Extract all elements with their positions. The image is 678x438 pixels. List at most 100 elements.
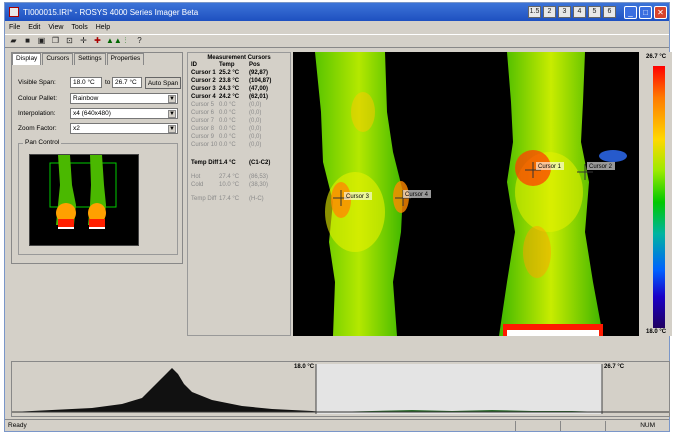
cursor-header-row: ID Temp Pos bbox=[191, 62, 261, 68]
scale-max-label: 26.7 °C bbox=[646, 54, 667, 60]
app-window: TI000015.IRI* - ROSYS 4000 Series Imager… bbox=[4, 2, 672, 432]
chevron-down-icon[interactable]: ▼ bbox=[168, 95, 176, 103]
thermal-image[interactable]: Cursor 3 Cursor 4 Cursor 1 Cursor 2 bbox=[293, 52, 639, 336]
colour-palette-select[interactable]: Rainbow ▼ bbox=[70, 93, 178, 104]
cursor-pos: (0,0) bbox=[249, 126, 262, 132]
title-bar[interactable]: TI000015.IRI* - ROSYS 4000 Series Imager… bbox=[5, 3, 669, 21]
cursor-pos: (47,00) bbox=[249, 86, 269, 92]
tab-cursors[interactable]: Cursors bbox=[42, 53, 74, 65]
temp-diff-row: Temp Diff 1.4 °C (C1-C2) bbox=[191, 160, 271, 166]
span-to-input[interactable]: 26.7 °C bbox=[112, 77, 142, 88]
print-icon[interactable]: ▣ bbox=[36, 36, 47, 46]
hot-row: Hot 27.4 °C (86,53) bbox=[191, 174, 269, 180]
menu-view[interactable]: View bbox=[48, 24, 63, 31]
tab-properties[interactable]: Properties bbox=[106, 53, 145, 65]
tray-icon[interactable]: 6 bbox=[603, 6, 616, 18]
cursor-pos: (0,0) bbox=[249, 134, 262, 140]
menu-bar: File Edit View Tools Help bbox=[5, 21, 669, 33]
cursor-row[interactable]: Cursor 9 0.0 °C (0,0) bbox=[188, 133, 290, 141]
interpolation-label: Interpolation: bbox=[18, 110, 56, 117]
zoom-icon[interactable]: ⊡ bbox=[64, 36, 75, 46]
tray-icon[interactable]: 1.5 bbox=[528, 6, 541, 18]
menu-help[interactable]: Help bbox=[96, 24, 110, 31]
cursor-id: Cursor 4 bbox=[191, 94, 216, 100]
span-to-label: to bbox=[105, 79, 111, 86]
cursor-temp: 0.0 °C bbox=[219, 102, 236, 108]
maximize-button[interactable]: □ bbox=[639, 5, 652, 19]
temperature-scale: 26.7 °C 18.0 °C bbox=[644, 52, 672, 336]
cursor-row[interactable]: Cursor 7 0.0 °C (0,0) bbox=[188, 117, 290, 125]
display-panel: Display Cursors Settings Properties Visi… bbox=[11, 52, 183, 264]
tray-icon[interactable]: 5 bbox=[588, 6, 601, 18]
cursor-row[interactable]: Cursor 5 0.0 °C (0,0) bbox=[188, 101, 290, 109]
cursor-temp: 24.2 °C bbox=[219, 94, 240, 100]
cursor-row[interactable]: Cursor 10 0.0 °C (0,0) bbox=[188, 141, 290, 149]
cursor-row[interactable]: Cursor 6 0.0 °C (0,0) bbox=[188, 109, 290, 117]
copy-icon[interactable]: ❐ bbox=[50, 36, 61, 46]
measurement-cursors-panel: Measurement Cursors ID Temp Pos Cursor 1 25… bbox=[187, 52, 291, 336]
cursor-pos: (92,87) bbox=[249, 70, 269, 76]
pan-control-group: Pan Control bbox=[18, 139, 178, 255]
cursor-temp: 25.2 °C bbox=[219, 70, 240, 76]
svg-text:Cursor 2: Cursor 2 bbox=[589, 164, 613, 170]
menu-tools[interactable]: Tools bbox=[71, 24, 87, 31]
close-button[interactable]: ✕ bbox=[654, 5, 667, 19]
svg-text:Cursor 3: Cursor 3 bbox=[346, 194, 370, 200]
pair-icon[interactable]: ▲▲ bbox=[106, 36, 122, 46]
cursor-temp: 0.0 °C bbox=[219, 142, 236, 148]
cursor-id: Cursor 1 bbox=[191, 70, 216, 76]
help-icon[interactable]: ? bbox=[134, 36, 145, 46]
open-icon[interactable]: ▰ bbox=[8, 36, 19, 46]
cursor-id: Cursor 7 bbox=[191, 118, 215, 124]
pan-control-label: Pan Control bbox=[23, 139, 62, 146]
crosshair-icon[interactable]: ✛ bbox=[78, 36, 89, 46]
cursor-icon[interactable]: ✚ bbox=[92, 36, 103, 46]
chart-icon[interactable]: ⫶ bbox=[120, 36, 131, 46]
chevron-down-icon[interactable]: ▼ bbox=[168, 125, 176, 133]
toolbar: ▰ ■ ▣ ❐ ⊡ ✛ ✚ ▲▲ ⫶ ? bbox=[5, 34, 669, 48]
cursor-pos: (62,01) bbox=[249, 94, 269, 100]
thermal-view: Cursor 3 Cursor 4 Cursor 1 Cursor 2 bbox=[315, 52, 627, 336]
cursor-id: Cursor 3 bbox=[191, 86, 216, 92]
num-lock-indicator: NUM bbox=[640, 422, 655, 429]
cursor-row[interactable]: Cursor 2 23.8 °C (104,87) bbox=[188, 77, 290, 85]
zoom-factor-label: Zoom Factor: bbox=[18, 125, 57, 132]
histogram-plot bbox=[12, 364, 669, 414]
tray-icons: 1.5 2 3 4 5 6 bbox=[528, 6, 618, 18]
cursor-pos: (0,0) bbox=[249, 142, 262, 148]
save-icon[interactable]: ■ bbox=[22, 36, 33, 46]
histogram-panel[interactable]: 18.0 °C 26.7 °C bbox=[11, 361, 670, 417]
pan-thumbnail bbox=[49, 155, 117, 229]
panel-tabs: Display Cursors Settings Properties bbox=[12, 53, 182, 65]
cursor-row[interactable]: Cursor 4 24.2 °C (62,01) bbox=[188, 93, 290, 101]
chevron-down-icon[interactable]: ▼ bbox=[168, 110, 176, 118]
color-scale-bar bbox=[653, 66, 665, 328]
histogram-high-label: 26.7 °C bbox=[604, 364, 625, 370]
cursor-row[interactable]: Cursor 1 25.2 °C (92,87) bbox=[188, 69, 290, 77]
interpolation-select[interactable]: x4 (640x480) ▼ bbox=[70, 108, 178, 119]
cursor-temp: 0.0 °C bbox=[219, 110, 236, 116]
temp-diff-hc-row: Temp Diff 17.4 °C (H-C) bbox=[191, 196, 264, 202]
tray-icon[interactable]: 3 bbox=[558, 6, 571, 18]
cursor-row[interactable]: Cursor 3 24.3 °C (47,00) bbox=[188, 85, 290, 93]
tray-icon[interactable]: 4 bbox=[573, 6, 586, 18]
tab-settings[interactable]: Settings bbox=[74, 53, 106, 65]
minimize-button[interactable]: _ bbox=[624, 5, 637, 19]
tab-display[interactable]: Display bbox=[12, 53, 42, 65]
cursor-pos: (0,0) bbox=[249, 110, 262, 116]
menu-edit[interactable]: Edit bbox=[28, 24, 40, 31]
cursor-pos: (104,87) bbox=[249, 78, 272, 84]
cold-row: Cold 10.0 °C (38,30) bbox=[191, 182, 269, 188]
cursor-id: Cursor 8 bbox=[191, 126, 215, 132]
menu-file[interactable]: File bbox=[9, 24, 20, 31]
tray-icon[interactable]: 2 bbox=[543, 6, 556, 18]
zoom-factor-select[interactable]: x2 ▼ bbox=[70, 123, 178, 134]
cursor-pos: (0,0) bbox=[249, 102, 262, 108]
auto-span-button[interactable]: Auto Span bbox=[145, 77, 181, 89]
colour-palette-label: Colour Pallet: bbox=[18, 95, 58, 102]
span-from-input[interactable]: 18.0 °C bbox=[70, 77, 102, 88]
pan-preview[interactable] bbox=[29, 154, 139, 246]
cursor-id: Cursor 9 bbox=[191, 134, 215, 140]
cursor-row[interactable]: Cursor 8 0.0 °C (0,0) bbox=[188, 125, 290, 133]
svg-text:Cursor 4: Cursor 4 bbox=[405, 192, 429, 198]
